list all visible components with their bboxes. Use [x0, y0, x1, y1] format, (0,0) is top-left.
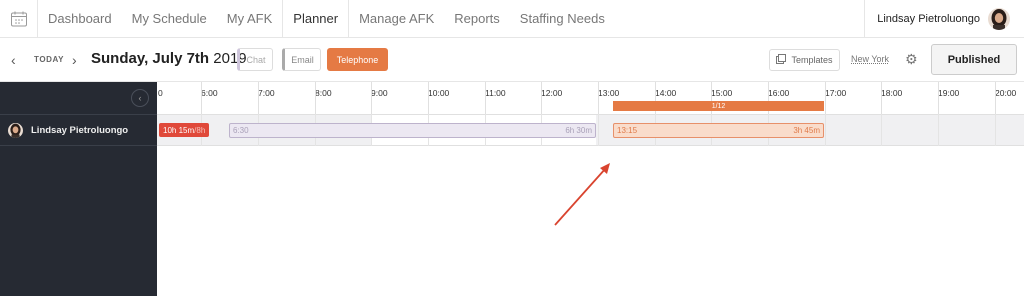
- collapse-sidebar-icon[interactable]: ‹: [131, 89, 149, 107]
- top-navigation: Dashboard My Schedule My AFK Planner Man…: [0, 0, 1024, 38]
- nav-item-manage-afk[interactable]: Manage AFK: [349, 0, 444, 37]
- agent-sidebar: ‹ Lindsay Pietroluongo: [0, 82, 157, 296]
- channel-telephone-button[interactable]: Telephone: [327, 48, 388, 71]
- calendar-logo-icon[interactable]: [0, 0, 38, 38]
- prev-day-icon[interactable]: ‹: [11, 52, 16, 68]
- current-date: Sunday, July 7th 2019: [91, 50, 247, 67]
- agent-name: Lindsay Pietroluongo: [31, 124, 129, 136]
- planner-timeline: 0 6:00 7:00 8:00 9:00 10:00 11:00 12:00 13:00 14:…: [157, 82, 1024, 296]
- user-menu[interactable]: Lindsay Pietroluongo: [864, 0, 1024, 38]
- today-button[interactable]: TODAY: [34, 55, 64, 64]
- nav-item-staffing-needs[interactable]: Staffing Needs: [510, 0, 615, 37]
- nav-menu: Dashboard My Schedule My AFK Planner Man…: [38, 0, 615, 38]
- channel-chat-button[interactable]: Chat: [237, 48, 273, 71]
- agent-avatar: [8, 122, 23, 138]
- published-button[interactable]: Published: [931, 44, 1017, 75]
- agent-row[interactable]: Lindsay Pietroluongo: [0, 114, 157, 146]
- annotation-arrow: [554, 163, 610, 226]
- next-day-icon[interactable]: ›: [72, 52, 77, 68]
- nav-item-reports[interactable]: Reports: [444, 0, 510, 37]
- nav-item-planner[interactable]: Planner: [282, 0, 350, 38]
- channel-email-button[interactable]: Email: [282, 48, 321, 71]
- planner-toolbar: ‹ TODAY › Sunday, July 7th 2019 Chat Ema…: [0, 38, 1024, 82]
- templates-label: Templates: [791, 55, 833, 65]
- user-name: Lindsay Pietroluongo: [877, 13, 980, 25]
- gear-icon[interactable]: ⚙: [905, 51, 918, 68]
- date-main: Sunday, July 7th: [91, 50, 210, 67]
- nav-item-dashboard[interactable]: Dashboard: [38, 0, 122, 37]
- templates-icon: [776, 54, 787, 66]
- nav-item-my-afk[interactable]: My AFK: [217, 0, 283, 37]
- user-avatar: [988, 8, 1010, 30]
- templates-button[interactable]: Templates: [769, 49, 840, 71]
- nav-item-my-schedule[interactable]: My Schedule: [122, 0, 217, 37]
- timezone-selector[interactable]: New York: [851, 54, 889, 64]
